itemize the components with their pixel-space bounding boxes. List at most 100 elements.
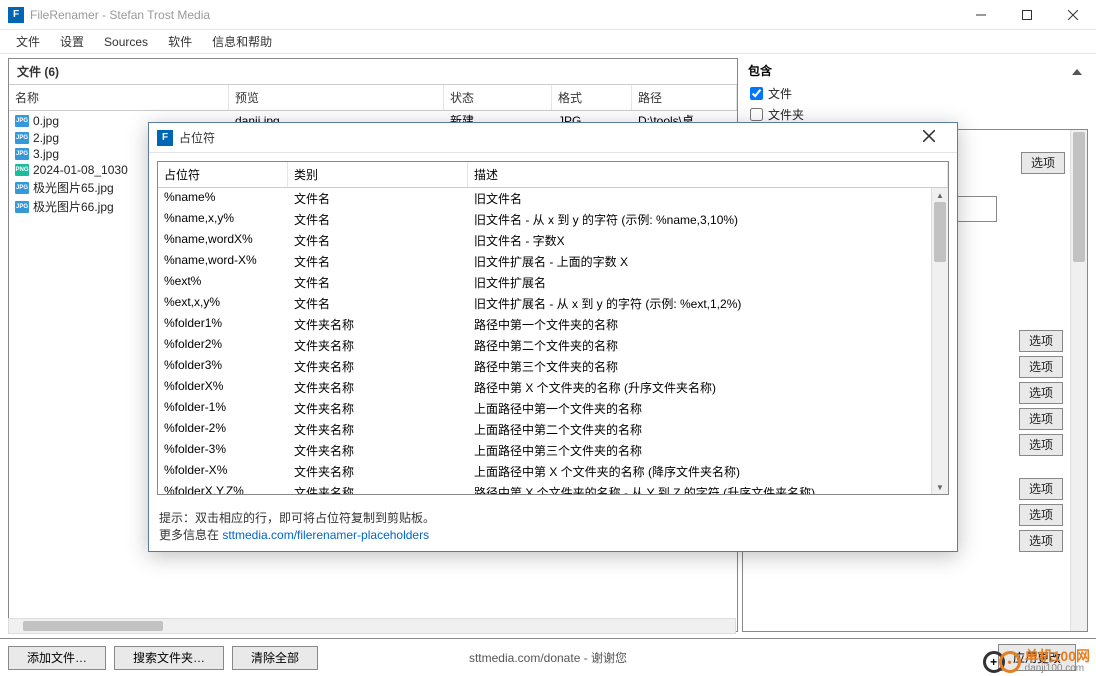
placeholder-description: 上面路径中第三个文件夹的名称 — [474, 442, 942, 459]
scroll-down-icon[interactable]: ▼ — [932, 480, 948, 494]
placeholder-category: 文件夹名称 — [294, 358, 474, 375]
file-name: 3.jpg — [33, 147, 59, 161]
checkbox-folders[interactable] — [750, 108, 763, 121]
placeholder-row[interactable]: %name,x,y%文件名旧文件名 - 从 x 到 y 的字符 (示例: %na… — [158, 209, 948, 230]
minimize-button[interactable] — [958, 0, 1004, 30]
placeholder-row[interactable]: %folder-X%文件夹名称上面路径中第 X 个文件夹的名称 (降序文件夹名称… — [158, 461, 948, 482]
menu-file[interactable]: 文件 — [6, 29, 50, 54]
placeholder-token: %name% — [164, 190, 294, 207]
col-status[interactable]: 状态 — [444, 85, 552, 110]
dialog-col-category[interactable]: 类别 — [288, 162, 468, 187]
placeholder-category: 文件名 — [294, 190, 474, 207]
checkbox-files[interactable] — [750, 87, 763, 100]
placeholder-token: %folder2% — [164, 337, 294, 354]
col-format[interactable]: 格式 — [552, 85, 632, 110]
filetype-icon: JPG — [15, 182, 29, 194]
placeholder-row[interactable]: %folder-2%文件夹名称上面路径中第二个文件夹的名称 — [158, 419, 948, 440]
placeholder-category: 文件夹名称 — [294, 463, 474, 480]
placeholder-token: %folder-3% — [164, 442, 294, 459]
placeholder-description: 上面路径中第二个文件夹的名称 — [474, 421, 942, 438]
placeholder-description: 路径中第 X 个文件夹的名称 - 从 Y 到 Z 的字符 (升序文件夹名称) — [474, 484, 942, 494]
option-button[interactable]: 选项 — [1019, 356, 1063, 378]
placeholder-row[interactable]: %folderX%文件夹名称路径中第 X 个文件夹的名称 (升序文件夹名称) — [158, 377, 948, 398]
placeholder-row[interactable]: %ext%文件名旧文件扩展名 — [158, 272, 948, 293]
placeholder-category: 文件名 — [294, 211, 474, 228]
filetype-icon: JPG — [15, 132, 29, 144]
placeholder-row[interactable]: %name,word-X%文件名旧文件扩展名 - 上面的字数 X — [158, 251, 948, 272]
file-name: 2024-01-08_1030 — [33, 163, 128, 177]
placeholder-description: 上面路径中第 X 个文件夹的名称 (降序文件夹名称) — [474, 463, 942, 480]
placeholder-description: 旧文件扩展名 - 上面的字数 X — [474, 253, 942, 270]
dialog-title: 占位符 — [179, 129, 909, 146]
files-pane-title: 文件 (6) — [9, 59, 737, 85]
horizontal-scrollbar[interactable] — [8, 618, 736, 634]
titlebar: F FileRenamer - Stefan Trost Media — [0, 0, 1096, 30]
vertical-scrollbar[interactable] — [1070, 130, 1087, 631]
placeholder-description: 路径中第一个文件夹的名称 — [474, 316, 942, 333]
placeholder-row[interactable]: %name%文件名旧文件名 — [158, 188, 948, 209]
scroll-up-icon[interactable]: ▲ — [932, 188, 948, 202]
placeholder-token: %ext% — [164, 274, 294, 291]
option-button[interactable]: 选项 — [1019, 434, 1063, 456]
option-button[interactable]: 选项 — [1019, 530, 1063, 552]
option-button[interactable]: 选项 — [1019, 504, 1063, 526]
dialog-col-description[interactable]: 描述 — [468, 162, 948, 187]
menu-software[interactable]: 软件 — [158, 29, 202, 54]
menu-settings[interactable]: 设置 — [50, 29, 94, 54]
window-title: FileRenamer - Stefan Trost Media — [30, 8, 958, 22]
bottom-bar: 添加文件… 搜索文件夹… 清除全部 sttmedia.com/donate - … — [0, 638, 1096, 676]
search-folders-button[interactable]: 搜索文件夹… — [114, 646, 224, 670]
placeholder-description: 旧文件名 - 字数X — [474, 232, 942, 249]
dialog-col-placeholder[interactable]: 占位符 — [158, 162, 288, 187]
placeholder-token: %name,word-X% — [164, 253, 294, 270]
placeholder-row[interactable]: %folderX,Y,Z%文件夹名称路径中第 X 个文件夹的名称 - 从 Y 到… — [158, 482, 948, 494]
placeholder-row[interactable]: %ext,x,y%文件名旧文件扩展名 - 从 x 到 y 的字符 (示例: %e… — [158, 293, 948, 314]
placeholder-category: 文件夹名称 — [294, 400, 474, 417]
checkbox-folders-label: 文件夹 — [768, 106, 804, 123]
placeholder-category: 文件名 — [294, 274, 474, 291]
apply-changes-button[interactable]: 应用更改 — [998, 644, 1076, 671]
menu-sources[interactable]: Sources — [94, 31, 158, 53]
menu-help[interactable]: 信息和帮助 — [202, 29, 282, 54]
placeholder-row[interactable]: %name,wordX%文件名旧文件名 - 字数X — [158, 230, 948, 251]
dialog-icon: F — [157, 130, 173, 146]
placeholder-row[interactable]: %folder2%文件夹名称路径中第二个文件夹的名称 — [158, 335, 948, 356]
dialog-close-button[interactable] — [909, 130, 949, 145]
file-name: 0.jpg — [33, 114, 59, 128]
dialog-moreinfo-link[interactable]: sttmedia.com/filerenamer-placeholders — [222, 528, 429, 542]
file-name: 极光图片66.jpg — [33, 198, 114, 215]
col-name[interactable]: 名称 — [9, 85, 229, 110]
maximize-button[interactable] — [1004, 0, 1050, 30]
dialog-scrollbar[interactable]: ▲ ▼ — [931, 188, 948, 494]
option-button[interactable]: 选项 — [1021, 152, 1065, 174]
col-path[interactable]: 路径 — [632, 85, 737, 110]
placeholder-category: 文件夹名称 — [294, 421, 474, 438]
placeholder-row[interactable]: %folder-1%文件夹名称上面路径中第一个文件夹的名称 — [158, 398, 948, 419]
placeholder-row[interactable]: %folder1%文件夹名称路径中第一个文件夹的名称 — [158, 314, 948, 335]
placeholders-dialog: F 占位符 占位符 类别 描述 %name%文件名旧文件名%name,x,y%文… — [148, 122, 958, 552]
menubar: 文件 设置 Sources 软件 信息和帮助 — [0, 30, 1096, 54]
option-button[interactable]: 选项 — [1019, 330, 1063, 352]
placeholder-category: 文件夹名称 — [294, 316, 474, 333]
placeholder-description: 旧文件扩展名 - 从 x 到 y 的字符 (示例: %ext,1,2%) — [474, 295, 942, 312]
dialog-moreinfo-label: 更多信息在 — [159, 528, 222, 542]
placeholder-token: %name,wordX% — [164, 232, 294, 249]
donate-link[interactable]: sttmedia.com/donate - 谢谢您 — [469, 649, 627, 666]
placeholder-row[interactable]: %folder3%文件夹名称路径中第三个文件夹的名称 — [158, 356, 948, 377]
include-title: 包含 — [748, 62, 772, 79]
add-files-button[interactable]: 添加文件… — [8, 646, 106, 670]
files-table-header: 名称 预览 状态 格式 路径 — [9, 85, 737, 111]
placeholder-row[interactable]: %folder-3%文件夹名称上面路径中第三个文件夹的名称 — [158, 440, 948, 461]
clear-all-button[interactable]: 清除全部 — [232, 646, 318, 670]
option-button[interactable]: 选项 — [1019, 408, 1063, 430]
chevron-up-icon[interactable] — [1072, 64, 1082, 78]
close-button[interactable] — [1050, 0, 1096, 30]
placeholder-token: %folder-2% — [164, 421, 294, 438]
placeholder-description: 路径中第二个文件夹的名称 — [474, 337, 942, 354]
placeholder-category: 文件名 — [294, 232, 474, 249]
dialog-footer: 提示：双击相应的行，即可将占位符复制到剪贴板。 更多信息在 sttmedia.c… — [149, 503, 957, 551]
placeholder-category: 文件夹名称 — [294, 484, 474, 494]
option-button[interactable]: 选项 — [1019, 382, 1063, 404]
col-preview[interactable]: 预览 — [229, 85, 444, 110]
option-button[interactable]: 选项 — [1019, 478, 1063, 500]
